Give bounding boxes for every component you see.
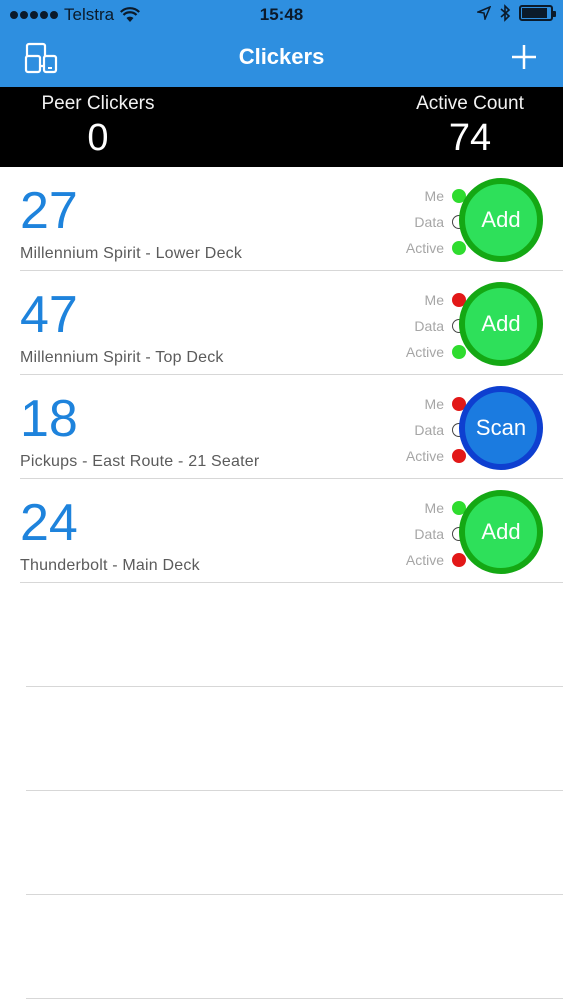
data-label: Data [414,318,444,334]
clicker-name: Pickups - East Route - 21 Seater [20,453,260,470]
me-label: Me [424,292,444,308]
data-label: Data [414,526,444,542]
status-indicators: Me Data Active [360,183,466,261]
active-label: Active [405,448,444,464]
add-button[interactable]: Add [459,490,543,574]
location-arrow-icon [477,6,491,20]
plus-icon[interactable] [509,42,539,72]
active-indicator [452,345,466,359]
active-label: Active [405,344,444,360]
battery-icon [519,5,556,21]
add-button[interactable]: Add [459,282,543,366]
bluetooth-icon [500,4,511,22]
page-title: Clickers [238,44,325,69]
clicker-name: Millennium Spirit - Top Deck [20,349,224,366]
clicker-count: 24 [20,494,78,552]
active-count-value: 74 [448,117,492,159]
clicker-row[interactable]: 24 Thunderbolt - Main Deck Me Data Activ… [20,479,563,583]
peer-clickers-label: Peer Clickers [41,93,155,114]
empty-list-row [26,687,563,791]
clicker-row[interactable]: 27 Millennium Spirit - Lower Deck Me Dat… [20,167,563,271]
empty-list-row [26,895,563,999]
peer-clickers: Peer Clickers 0 [28,93,168,160]
active-label: Active [405,552,444,568]
empty-list-row [26,583,563,687]
clicker-count: 47 [20,286,78,344]
nav-bar: Clickers [0,30,563,87]
status-right [477,4,556,22]
status-indicators: Me Data Active [360,495,466,573]
data-label: Data [414,422,444,438]
clicker-count: 27 [20,182,78,240]
clicker-row[interactable]: 47 Millennium Spirit - Top Deck Me Data … [20,271,563,375]
add-button[interactable]: Add [459,178,543,262]
scan-button[interactable]: Scan [459,386,543,470]
status-indicators: Me Data Active [360,287,466,365]
active-count: Active Count 74 [405,93,535,160]
status-bar: Telstra 15:48 [0,0,563,30]
active-indicator [452,449,466,463]
clicker-name: Millennium Spirit - Lower Deck [20,245,243,262]
peer-clickers-value: 0 [87,117,109,159]
me-label: Me [424,188,444,204]
active-indicator [452,553,466,567]
clicker-row[interactable]: 18 Pickups - East Route - 21 Seater Me D… [20,375,563,479]
me-label: Me [424,396,444,412]
clicker-list: 27 Millennium Spirit - Lower Deck Me Dat… [0,167,563,999]
active-indicator [452,241,466,255]
active-label: Active [405,240,444,256]
counts-header: Peer Clickers 0 Active Count 74 [0,87,563,167]
data-label: Data [414,214,444,230]
me-label: Me [424,500,444,516]
status-indicators: Me Data Active [360,391,466,469]
active-count-label: Active Count [416,93,524,114]
empty-list-row [26,791,563,895]
clicker-count: 18 [20,390,78,448]
clicker-name: Thunderbolt - Main Deck [20,557,200,574]
